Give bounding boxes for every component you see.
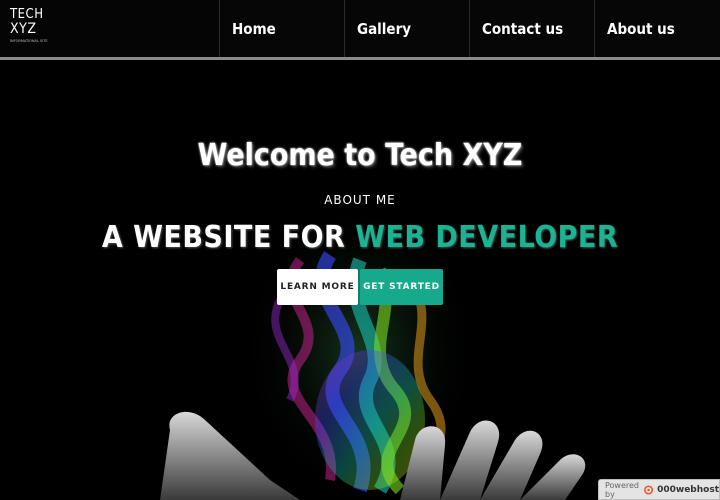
hero-welcome-title: Welcome to Tech XYZ xyxy=(197,138,523,173)
hero-about-label: ABOUT ME xyxy=(324,193,396,207)
site-logo[interactable]: TECH XYZ INFORMATIONAL SITE xyxy=(10,8,50,54)
hero-section: Welcome to Tech XYZ ABOUT ME A WEBSITE F… xyxy=(0,60,720,500)
logo-text-line1: TECH xyxy=(10,7,44,22)
nav-item-label: Contact us xyxy=(482,20,564,38)
hero-headline: A WEBSITE FOR WEB DEVELOPER xyxy=(0,220,720,255)
logo-tagline: INFORMATIONAL SITE xyxy=(10,39,48,43)
learn-more-button[interactable]: LEARN MORE xyxy=(277,269,358,305)
nav-item-label: Gallery xyxy=(357,20,412,38)
powered-by-badge[interactable]: Powered by 000webhost xyxy=(598,479,720,500)
nav-item-contact[interactable]: Contact us xyxy=(469,0,593,57)
000webhost-logo-icon xyxy=(644,484,654,495)
nav-item-label: About us xyxy=(607,20,675,38)
nav-item-label: Home xyxy=(232,20,276,38)
nav-item-gallery[interactable]: Gallery xyxy=(344,0,468,57)
nav-item-home[interactable]: Home xyxy=(219,0,343,57)
logo-text-line2: XYZ xyxy=(10,21,37,37)
get-started-button[interactable]: GET STARTED xyxy=(360,269,443,305)
headline-accent: WEB DEVELOPER xyxy=(355,220,619,255)
top-navbar: TECH XYZ INFORMATIONAL SITE Home Gallery… xyxy=(0,0,720,60)
nav-item-about[interactable]: About us xyxy=(594,0,720,57)
headline-prefix: A WEBSITE FOR xyxy=(101,220,356,255)
powered-by-label: Powered by xyxy=(605,480,640,499)
powered-by-brand: 000webhost xyxy=(657,484,719,495)
